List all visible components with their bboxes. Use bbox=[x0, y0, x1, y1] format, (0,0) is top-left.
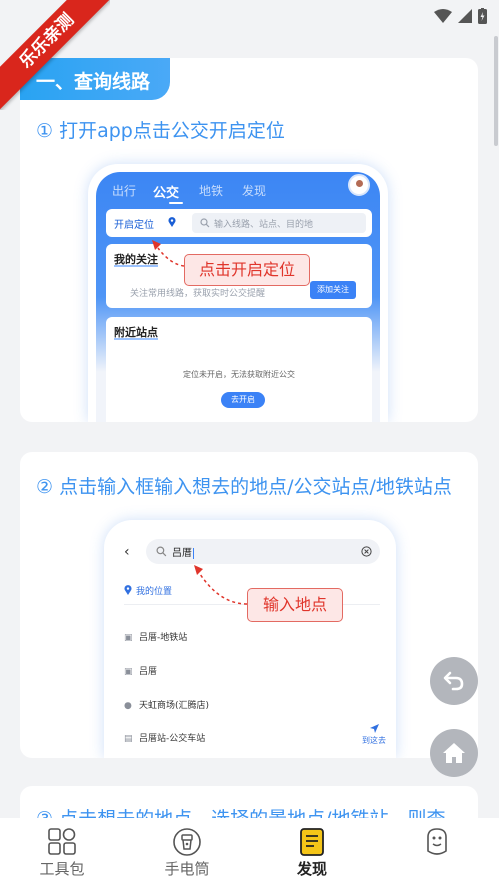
metro-icon: ▣ bbox=[124, 667, 133, 677]
profile-icon bbox=[427, 828, 447, 855]
result-row: ▣ 吕厝-地铁站 bbox=[124, 630, 187, 643]
status-icons bbox=[434, 8, 487, 24]
avatar bbox=[348, 174, 370, 196]
result-label: 吕厝 bbox=[139, 667, 158, 677]
location-pin-icon bbox=[124, 585, 132, 595]
scrollbar[interactable] bbox=[494, 36, 498, 146]
my-location-row: 我的位置 bbox=[124, 584, 172, 597]
back-button[interactable] bbox=[430, 657, 478, 705]
search-box: 输入线路、站点、目的地 bbox=[192, 213, 366, 233]
step1-title: ① 打开app点击公交开启定位 bbox=[36, 120, 285, 142]
toolbox-icon bbox=[48, 828, 76, 855]
corner-ribbon: 乐乐亲测 bbox=[0, 0, 110, 110]
pin-icon: ● bbox=[124, 701, 132, 711]
flashlight-icon bbox=[173, 828, 201, 856]
nav-flashlight[interactable]: 手电筒 bbox=[137, 818, 237, 888]
goto-label: 到这去 bbox=[362, 736, 386, 745]
location-pin-icon bbox=[168, 217, 176, 227]
result-row: ▣ 吕厝 bbox=[124, 664, 157, 677]
battery-icon bbox=[478, 8, 487, 24]
result-row: ● 天虹商场(汇腾店) bbox=[124, 698, 209, 711]
follow-hint: 关注常用线路，获取实时公交提醒 bbox=[130, 289, 266, 299]
nearby-hint: 定位未开启，无法获取附近公交 bbox=[183, 370, 295, 379]
enable-location-button: 去开启 bbox=[221, 392, 265, 408]
tab-metro: 地铁 bbox=[199, 184, 224, 198]
result-label: 吕厝站-公交车站 bbox=[139, 734, 206, 744]
step1-card: 一、查询线路 ① 打开app点击公交开启定位 出行 公交 地铁 发现 开启定位 … bbox=[20, 58, 478, 422]
add-follow-button: 添加关注 bbox=[310, 281, 356, 299]
callout-enter-location: 输入地点 bbox=[247, 588, 343, 622]
phone-mockup-1: 出行 公交 地铁 发现 开启定位 输入线路、站点、目的地 我的关注 关注常用线路… bbox=[88, 164, 388, 422]
clear-icon bbox=[361, 546, 372, 557]
callout-enable-location: 点击开启定位 bbox=[184, 254, 310, 286]
nav-discover[interactable]: 发现 bbox=[262, 818, 362, 888]
location-search-bar: 开启定位 输入线路、站点、目的地 bbox=[106, 209, 372, 237]
search-placeholder: 输入线路、站点、目的地 bbox=[214, 220, 314, 230]
bottom-navigation: 工具包 手电筒 发现 bbox=[0, 818, 499, 888]
search-icon bbox=[156, 546, 167, 557]
nearby-stations-card: 附近站点 定位未开启，无法获取附近公交 去开启 bbox=[106, 317, 372, 422]
signal-icon bbox=[458, 9, 472, 23]
destination-search-box: 吕厝 bbox=[146, 539, 380, 564]
result-label: 天虹商场(汇腾店) bbox=[139, 701, 210, 711]
nearby-title: 附近站点 bbox=[114, 326, 158, 340]
wifi-icon bbox=[434, 9, 452, 23]
nav-toolbox[interactable]: 工具包 bbox=[12, 818, 112, 888]
tab-travel: 出行 bbox=[112, 184, 137, 198]
nav-profile[interactable] bbox=[387, 818, 487, 888]
nav-label: 工具包 bbox=[39, 860, 85, 878]
follow-title: 我的关注 bbox=[114, 253, 158, 267]
my-location-label: 我的位置 bbox=[136, 587, 173, 597]
step2-title: ② 点击输入框输入想去的地点/公交站点/地铁站点 bbox=[36, 476, 452, 498]
tab-bus: 公交 bbox=[153, 186, 180, 201]
metro-icon: ▣ bbox=[124, 633, 133, 643]
result-row: ▤ 吕厝站-公交车站 bbox=[124, 731, 205, 744]
result-label: 吕厝-地铁站 bbox=[139, 633, 188, 643]
nav-label: 手电筒 bbox=[164, 860, 210, 878]
home-button[interactable] bbox=[430, 729, 478, 777]
navigate-arrow-icon bbox=[369, 724, 379, 733]
step2-card: ② 点击输入框输入想去的地点/公交站点/地铁站点 ‹ 吕厝 我的位置 ▣ 吕厝-地… bbox=[20, 452, 478, 758]
tab-discover: 发现 bbox=[242, 184, 267, 198]
home-icon bbox=[443, 743, 465, 763]
search-icon bbox=[200, 218, 210, 228]
undo-arrow-icon bbox=[443, 671, 464, 691]
search-query: 吕厝 bbox=[172, 548, 192, 559]
nav-label: 发现 bbox=[296, 860, 327, 878]
back-chevron-icon: ‹ bbox=[124, 544, 130, 560]
text-caret bbox=[193, 547, 194, 559]
phone-screen-1: 出行 公交 地铁 发现 开启定位 输入线路、站点、目的地 我的关注 关注常用线路… bbox=[96, 172, 380, 422]
location-label: 开启定位 bbox=[114, 220, 154, 231]
tab-underline bbox=[169, 202, 183, 204]
discover-icon bbox=[300, 828, 324, 856]
bus-icon: ▤ bbox=[124, 734, 133, 744]
phone-mockup-2: ‹ 吕厝 我的位置 ▣ 吕厝-地铁站 ▣ 吕厝 ● 天虹商场(汇腾店) ▤ 吕厝站-公交… bbox=[104, 520, 396, 758]
ribbon-text: 乐乐亲测 bbox=[0, 0, 110, 110]
goto-button: 到这去 bbox=[362, 724, 386, 746]
